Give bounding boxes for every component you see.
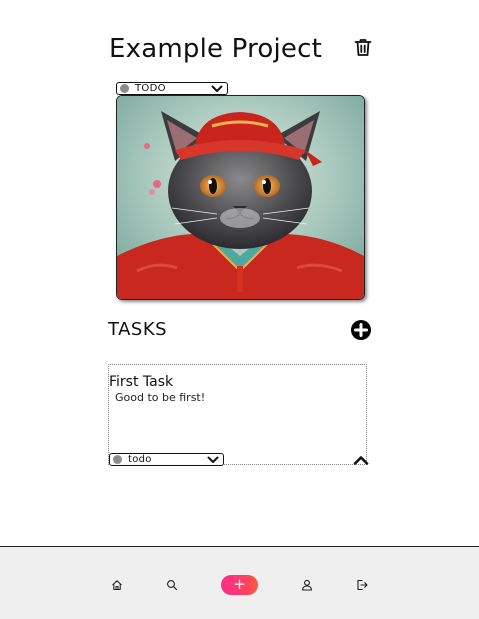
trash-icon[interactable] (353, 37, 373, 57)
project-title: Example Project (109, 34, 323, 64)
add-button[interactable]: + (221, 575, 258, 595)
chevron-up-icon[interactable] (353, 455, 369, 465)
plus-icon: + (233, 575, 246, 593)
home-icon[interactable] (111, 579, 123, 591)
task-title: First Task (109, 374, 174, 390)
chevron-down-icon (207, 456, 219, 463)
search-icon[interactable] (166, 579, 178, 591)
add-task-button[interactable] (351, 320, 371, 340)
task-description: Good to be first! (115, 391, 206, 404)
task-status-value: todo (128, 454, 152, 465)
logout-icon[interactable] (356, 579, 368, 591)
status-dot (113, 455, 122, 464)
chevron-down-icon (211, 85, 223, 92)
project-status-value: TODO (135, 83, 166, 94)
status-dot (120, 84, 129, 93)
project-status-select[interactable]: TODO (116, 82, 228, 95)
task-card[interactable]: First Task Good to be first! todo (108, 364, 369, 466)
tasks-heading: TASKS (108, 319, 168, 340)
user-icon[interactable] (301, 579, 313, 591)
task-status-select[interactable]: todo (109, 453, 224, 466)
bottom-nav: + (0, 546, 479, 619)
project-image (116, 95, 365, 300)
